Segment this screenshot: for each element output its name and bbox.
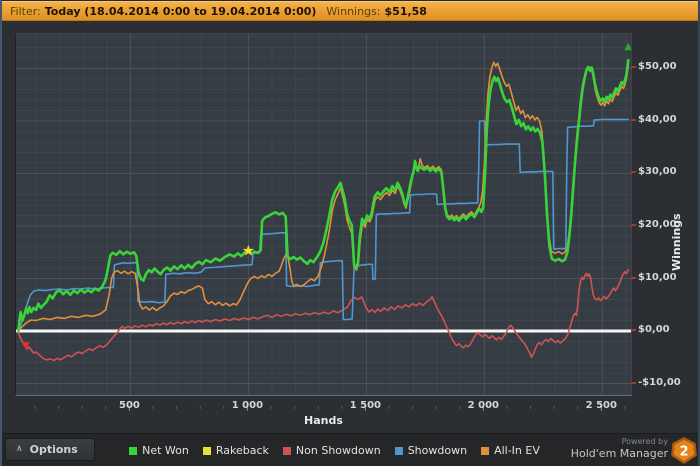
y-tick-mark (631, 66, 636, 69)
footer-bar: ∧ Options Net Won Rakeback Non Showdown Sho… (2, 433, 698, 466)
legend: Net Won Rakeback Non Showdown Showdown All-I… (112, 434, 557, 466)
options-button[interactable]: ∧ Options (5, 438, 95, 461)
powered-by-block: Powered by Hold'em Manager (571, 437, 668, 461)
winnings-label: Winnings: (326, 4, 381, 18)
y-tick-mark (631, 381, 636, 384)
legend-swatch-icon (129, 446, 138, 455)
x-tick-label: 500 (118, 400, 140, 411)
filter-label: Filter: (10, 4, 41, 18)
x-tick-label: 1 500 (349, 400, 382, 411)
chevron-up-icon: ∧ (16, 444, 23, 454)
legend-item-label: Rakeback (215, 444, 269, 457)
svg-text:2: 2 (679, 445, 688, 460)
y-tick-mark (631, 118, 636, 121)
legend-swatch-icon (394, 446, 403, 455)
triangle-up-marker-icon: ▲ (624, 41, 632, 52)
y-tick-label: -$10,00 (638, 376, 681, 388)
winnings-graph: ▼ ★ ▲ (16, 34, 632, 395)
y-tick-label: $50,00 (638, 61, 677, 73)
holdem-manager-graph-window: Filter: Today (18.04.2014 0:00 to 19.04.… (0, 0, 700, 466)
triangle-down-marker-icon: ▼ (22, 341, 30, 352)
y-tick-mark (631, 329, 636, 331)
legend-item-label: All-In EV (494, 444, 540, 457)
series-line-showdown (18, 118, 630, 329)
y-tick-mark (631, 224, 636, 226)
x-tick-label: 2 000 (467, 400, 499, 411)
app-name-text: Hold'em Manager (570, 447, 668, 460)
x-tick-label: 1 000 (231, 400, 264, 411)
plot-area: ▼ ★ ▲ (15, 33, 632, 396)
y-tick-label: $40,00 (638, 113, 677, 125)
legend-item-non-showdown[interactable]: Non Showdown (282, 444, 381, 457)
y-tick-mark (631, 171, 636, 174)
chart-panel: ▼ ★ ▲ 500 1 000 1 500 2 000 2 500 Hands $50,00… (2, 21, 698, 433)
legend-item-showdown[interactable]: Showdown (394, 444, 468, 457)
legend-item-net-won[interactable]: Net Won (129, 444, 189, 457)
legend-item-all-in-ev[interactable]: All-In EV (481, 444, 540, 457)
series-line-non-showdown (17, 268, 630, 362)
x-axis-title: Hands (304, 414, 343, 427)
winnings-value: $51,58 (384, 4, 427, 18)
options-button-label: Options (29, 443, 78, 456)
star-marker-icon: ★ (242, 242, 255, 260)
legend-item-label: Non Showdown (295, 444, 381, 457)
y-axis-title: Winnings (670, 213, 683, 271)
x-tick-label: 2 500 (585, 400, 617, 411)
filter-bar[interactable]: Filter: Today (18.04.2014 0:00 to 19.04.… (2, 1, 698, 21)
filter-value[interactable]: Today (18.04.2014 0:00 to 19.04.2014 0:0… (45, 5, 317, 18)
legend-item-label: Net Won (142, 444, 189, 457)
legend-swatch-icon (481, 446, 490, 455)
hm2-logo-icon: 2 (671, 437, 697, 464)
series-line-all-in-ev (17, 61, 630, 332)
legend-swatch-icon (202, 446, 211, 455)
y-tick-label: $10,00 (638, 271, 677, 283)
legend-item-label: Showdown (407, 444, 468, 457)
legend-item-rakeback[interactable]: Rakeback (202, 444, 269, 457)
y-tick-mark (631, 276, 636, 279)
powered-by-text: Powered by (621, 437, 668, 446)
legend-swatch-icon (282, 446, 291, 455)
y-tick-label: $0,00 (638, 324, 670, 335)
